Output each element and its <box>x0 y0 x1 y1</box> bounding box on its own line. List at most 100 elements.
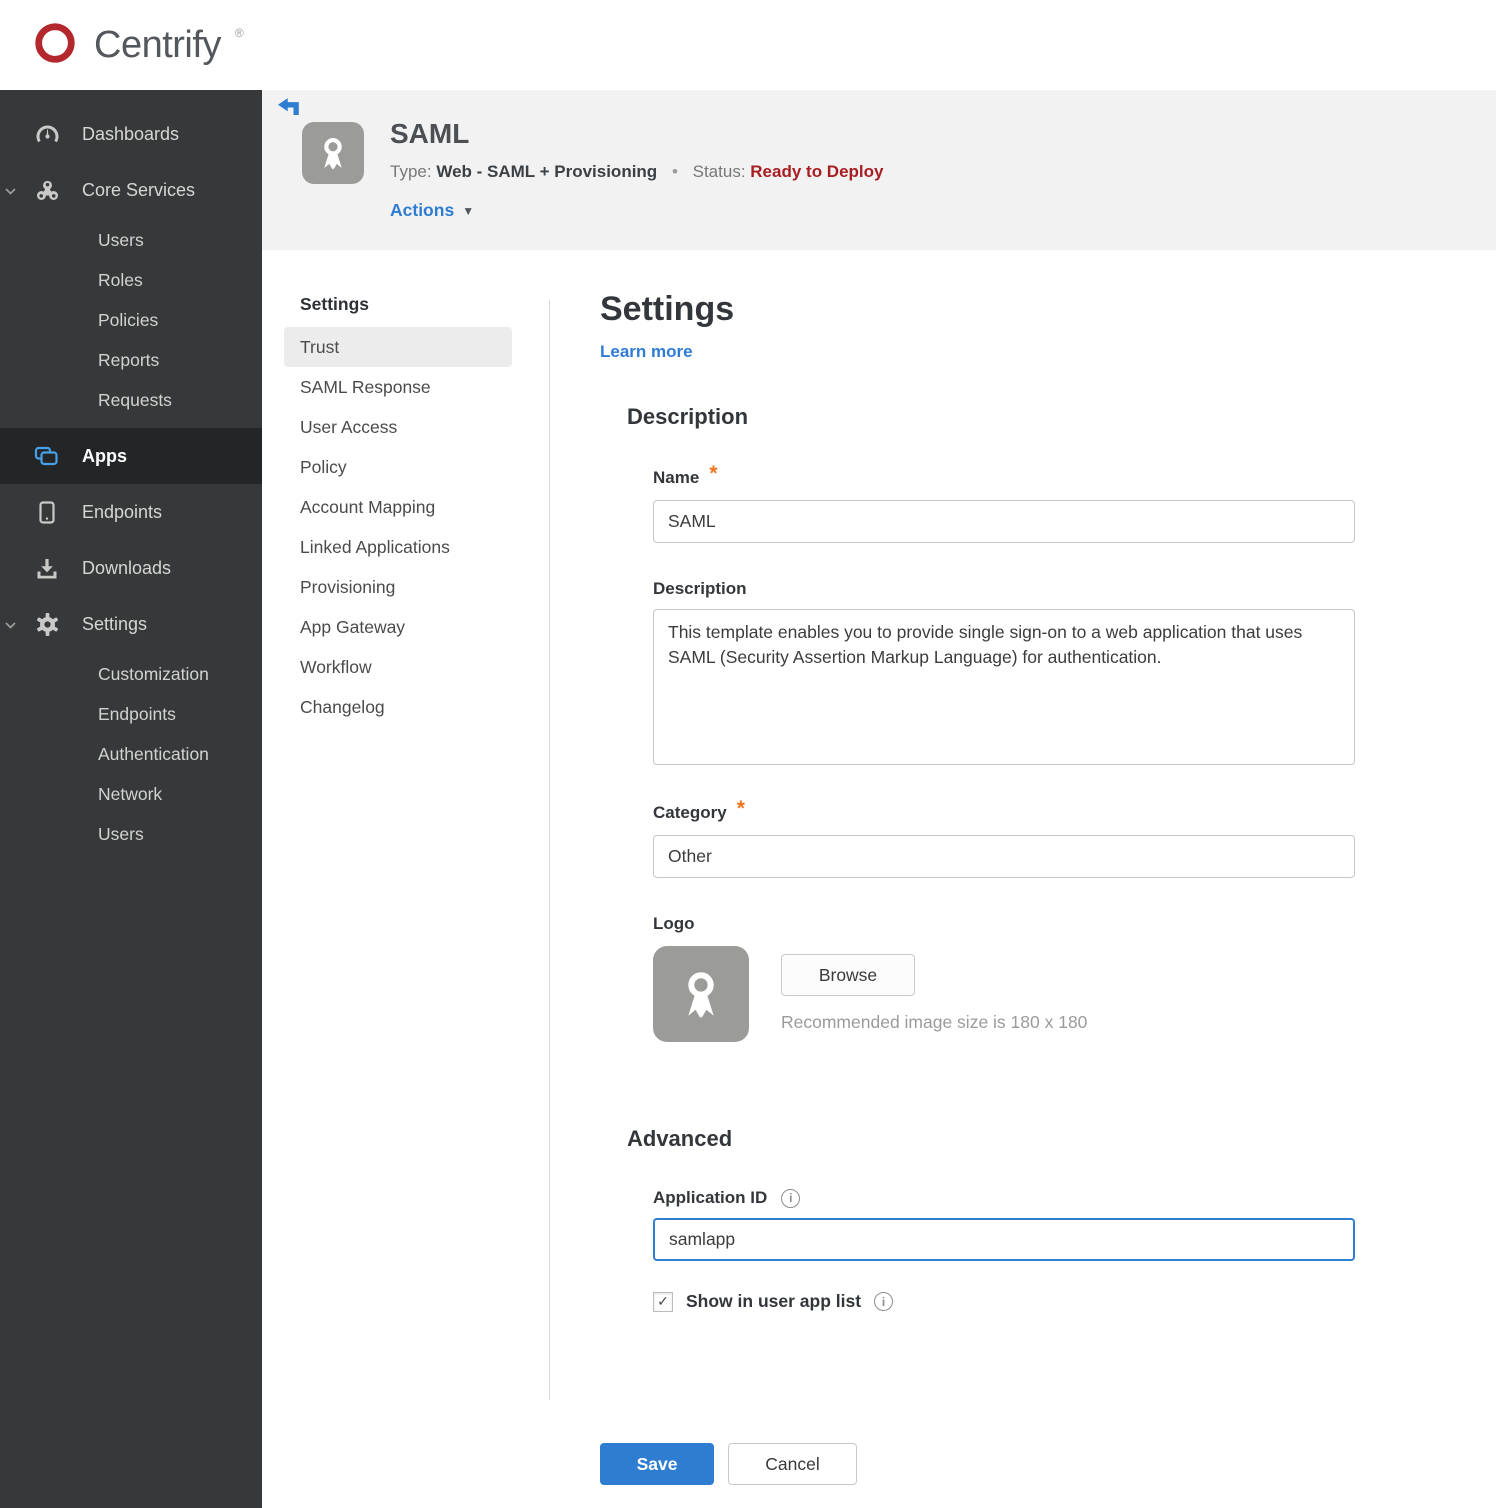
sidebar-subitem-label: Requests <box>98 389 172 410</box>
subnav-item-workflow[interactable]: Workflow <box>284 647 512 687</box>
browse-button[interactable]: Browse <box>781 954 915 996</box>
category-label-text: Category <box>653 803 727 822</box>
sidebar-subitem-settings-users[interactable]: Users <box>0 814 262 854</box>
status-label: Status: <box>692 162 746 181</box>
sidebar-subitem-reports[interactable]: Reports <box>0 340 262 380</box>
sidebar-subitem-network[interactable]: Network <box>0 774 262 814</box>
settings-subgroup: Customization Endpoints Authentication N… <box>0 652 262 862</box>
meta-separator: • <box>671 162 678 181</box>
subnav-item-label: User Access <box>300 416 398 437</box>
gear-icon <box>34 612 60 637</box>
brand-registered-mark: ® <box>234 26 244 40</box>
subnav-title: Settings <box>300 294 370 314</box>
sidebar-item-label: Apps <box>82 445 127 466</box>
sidebar-subitem-roles[interactable]: Roles <box>0 260 262 300</box>
application-id-label-text: Application ID <box>653 1188 768 1207</box>
sidebar-subitem-authentication[interactable]: Authentication <box>0 734 262 774</box>
description-fields: Name * Description This template enables… <box>653 462 1370 1042</box>
advanced-section-title: Advanced <box>627 1126 733 1151</box>
actions-label: Actions <box>390 200 455 220</box>
subnav-item-label: Provisioning <box>300 576 396 597</box>
description-textarea[interactable]: This template enables you to provide sin… <box>653 609 1355 765</box>
chevron-down-icon <box>5 180 16 201</box>
application-id-label-row: Application ID i <box>653 1188 1370 1208</box>
sidebar-subitem-customization[interactable]: Customization <box>0 654 262 694</box>
sidebar-item-label: Dashboards <box>82 123 180 144</box>
core-services-icon <box>34 179 60 202</box>
download-icon <box>34 557 60 580</box>
gauge-icon <box>34 123 60 145</box>
sidebar-item-endpoints[interactable]: Endpoints <box>0 484 262 540</box>
category-input[interactable] <box>653 835 1355 878</box>
learn-more-link[interactable]: Learn more <box>600 342 693 362</box>
subnav-item-policy[interactable]: Policy <box>284 447 512 487</box>
footer-actions: Save Cancel <box>600 1443 857 1485</box>
brand: Centrify ® <box>28 16 244 75</box>
logo-row: Browse Recommended image size is 180 x 1… <box>653 946 1370 1042</box>
show-in-user-app-list-checkbox[interactable]: ✓ <box>653 1291 673 1312</box>
sidebar: Dashboards Core Services Users Roles Pol… <box>0 90 262 1508</box>
logo-hint: Recommended image size is 180 x 180 <box>781 1012 1088 1032</box>
sidebar-subitem-policies[interactable]: Policies <box>0 300 262 340</box>
sidebar-subitem-label: Network <box>98 783 163 804</box>
subnav-item-label: SAML Response <box>300 376 431 397</box>
type-label: Type: <box>390 162 432 181</box>
application-id-input[interactable] <box>653 1218 1355 1261</box>
actions-dropdown[interactable]: Actions ▼ <box>390 200 474 221</box>
subnav-item-trust[interactable]: Trust <box>284 327 512 367</box>
sidebar-subitem-label: Customization <box>98 663 209 684</box>
sidebar-item-settings[interactable]: Settings <box>0 596 262 652</box>
sidebar-item-apps[interactable]: Apps <box>0 428 262 484</box>
save-button[interactable]: Save <box>600 1443 714 1485</box>
name-input[interactable] <box>653 500 1355 543</box>
subnav-item-user-access[interactable]: User Access <box>284 407 512 447</box>
page-title: Settings <box>600 290 735 328</box>
centrify-logo-icon <box>28 16 82 75</box>
apps-icon <box>34 446 60 467</box>
sidebar-subitem-users[interactable]: Users <box>0 220 262 260</box>
subnav-item-saml-response[interactable]: SAML Response <box>284 367 512 407</box>
subnav-item-label: App Gateway <box>300 616 406 637</box>
top-bar: Centrify ® <box>0 0 1496 90</box>
vertical-divider <box>549 300 550 1400</box>
subnav-item-app-gateway[interactable]: App Gateway <box>284 607 512 647</box>
name-label: Name * <box>653 462 1370 490</box>
logo-label: Logo <box>653 914 1370 934</box>
back-arrow-icon[interactable] <box>278 98 301 121</box>
advanced-fields: Application ID i ✓ Show in user app list… <box>653 1188 1370 1312</box>
subnav-item-label: Account Mapping <box>300 496 436 517</box>
sidebar-item-label: Core Services <box>82 179 196 200</box>
logo-label-text: Logo <box>653 914 695 933</box>
sidebar-item-downloads[interactable]: Downloads <box>0 540 262 596</box>
sidebar-item-label: Settings <box>82 613 148 634</box>
sidebar-subitem-label: Policies <box>98 309 159 330</box>
subnav-item-provisioning[interactable]: Provisioning <box>284 567 512 607</box>
sidebar-subitem-label: Users <box>98 823 144 844</box>
subnav-item-label: Policy <box>300 456 347 477</box>
subnav-item-changelog[interactable]: Changelog <box>284 687 512 727</box>
info-icon[interactable]: i <box>781 1188 801 1208</box>
caret-down-icon: ▼ <box>462 203 475 218</box>
category-label: Category * <box>653 797 1370 825</box>
chevron-down-icon <box>5 614 16 635</box>
sidebar-subitem-label: Roles <box>98 269 143 290</box>
subnav-item-linked-applications[interactable]: Linked Applications <box>284 527 512 567</box>
sidebar-item-dashboards[interactable]: Dashboards <box>0 106 262 162</box>
cancel-button[interactable]: Cancel <box>728 1443 857 1485</box>
status-value: Ready to Deploy <box>750 162 884 181</box>
description-label: Description <box>653 579 1370 599</box>
info-icon[interactable]: i <box>874 1292 894 1311</box>
subnav-item-account-mapping[interactable]: Account Mapping <box>284 487 512 527</box>
description-label-text: Description <box>653 579 747 598</box>
sidebar-subitem-settings-endpoints[interactable]: Endpoints <box>0 694 262 734</box>
show-in-user-app-list-label: Show in user app list <box>686 1291 862 1311</box>
sidebar-item-core-services[interactable]: Core Services <box>0 162 262 218</box>
type-value: Web - SAML + Provisioning <box>436 162 658 181</box>
app-logo-icon <box>302 122 364 184</box>
application-id-label: Application ID <box>653 1188 767 1208</box>
device-icon <box>34 500 60 524</box>
sidebar-subitem-requests[interactable]: Requests <box>0 380 262 420</box>
app-header: SAML Type: Web - SAML + Provisioning • S… <box>262 90 1496 250</box>
subnav: Settings Trust SAML Response User Access… <box>284 294 512 727</box>
required-marker: * <box>736 797 745 820</box>
